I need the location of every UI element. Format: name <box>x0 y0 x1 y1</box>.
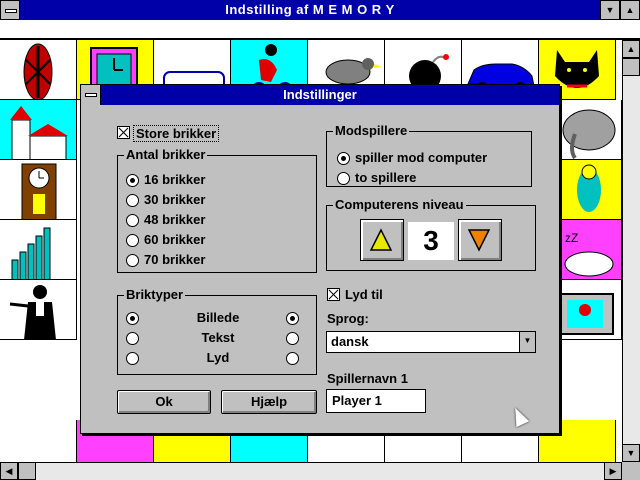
dialog-title: Indstillinger <box>283 87 357 102</box>
computerens-niveau-label: Computerens niveau <box>333 197 466 212</box>
option-70-brikker[interactable]: 70 brikker <box>144 252 205 267</box>
radio-to-spillere[interactable] <box>337 172 350 185</box>
ok-button[interactable]: Ok <box>117 390 211 414</box>
radio-spiller-mod-computer[interactable] <box>337 152 350 165</box>
svg-text:zZ: zZ <box>565 231 578 245</box>
triangle-down-icon <box>467 229 491 252</box>
option-16-brikker[interactable]: 16 brikker <box>144 172 205 187</box>
masai-shield-tile[interactable] <box>0 40 77 100</box>
television-icon <box>560 293 614 335</box>
option-to-spillere[interactable]: to spillere <box>355 170 416 185</box>
window-title: Indstilling af M E M O R Y <box>225 2 395 17</box>
option-spiller-mod-computer[interactable]: spiller mod computer <box>355 150 487 165</box>
church-tile[interactable] <box>0 100 77 160</box>
scroll-down-button[interactable]: ▼ <box>622 444 640 462</box>
briktyper-group: Briktyper Billede Tekst Lyd <box>117 287 317 375</box>
level-value: 3 <box>408 222 454 260</box>
towers-tile[interactable] <box>0 220 77 280</box>
scroll-right-button[interactable]: ▶ <box>604 462 622 480</box>
conductor-tile[interactable] <box>0 280 77 340</box>
sprog-value: dansk <box>331 334 369 349</box>
option-30-brikker[interactable]: 30 brikker <box>144 192 205 207</box>
chevron-down-icon[interactable]: ▼ <box>519 332 535 352</box>
triangle-up-icon <box>369 228 393 251</box>
horizontal-scrollbar[interactable]: ◀ ▶ <box>0 462 622 480</box>
settings-dialog: Indstillinger Store brikker Antal brikke… <box>80 84 560 434</box>
scroll-up-button[interactable]: ▲ <box>622 40 640 58</box>
computerens-niveau-group: Computerens niveau 3 <box>326 197 536 271</box>
scroll-corner <box>622 462 640 480</box>
grandfather-clock-icon <box>21 163 57 219</box>
scroll-left-button[interactable]: ◀ <box>0 462 18 480</box>
store-brikker-checkbox[interactable] <box>117 126 130 139</box>
antal-brikker-label: Antal brikker <box>124 147 208 162</box>
conductor-icon <box>9 285 56 339</box>
grandfather-clock-tile[interactable] <box>0 160 77 220</box>
radio-tekst-right[interactable] <box>286 332 299 345</box>
sleeping-cat-tile[interactable]: zZ <box>555 220 622 280</box>
briktype-lyd: Lyd <box>206 350 230 365</box>
modspillere-label: Modspillere <box>333 123 410 138</box>
church-icon <box>10 106 68 159</box>
level-down-button[interactable] <box>458 219 502 261</box>
sprog-label: Sprog: <box>327 311 369 326</box>
radio-tekst-left[interactable] <box>126 332 139 345</box>
radio-billede-right[interactable] <box>286 312 299 325</box>
lyd-til-checkbox[interactable] <box>327 288 340 301</box>
radio-billede-left[interactable] <box>126 312 139 325</box>
radio-30-brikker[interactable] <box>126 194 139 207</box>
antal-brikker-group: Antal brikker 16 brikker 30 brikker 48 b… <box>117 147 317 273</box>
briktype-tekst: Tekst <box>201 330 235 345</box>
help-button[interactable]: Hjælp <box>221 390 317 414</box>
spillernavn-label: Spillernavn 1 <box>327 371 408 386</box>
store-brikker-label[interactable]: Store brikker <box>133 125 220 142</box>
elephant-tile[interactable] <box>555 100 622 160</box>
parrot-tile[interactable] <box>555 160 622 220</box>
level-up-button[interactable] <box>360 219 404 261</box>
radio-lyd-right[interactable] <box>286 352 299 365</box>
radio-48-brikker[interactable] <box>126 214 139 227</box>
dialog-system-menu-button[interactable] <box>81 85 101 105</box>
lyd-til-label[interactable]: Lyd til <box>345 287 383 302</box>
sleeping-cat-icon: zZ <box>564 231 614 277</box>
system-menu-button[interactable] <box>0 0 20 20</box>
bottom-tile-1[interactable] <box>0 420 77 466</box>
spillernavn-input[interactable]: Player 1 <box>326 389 426 413</box>
option-60-brikker[interactable]: 60 brikker <box>144 232 205 247</box>
vertical-scrollbar[interactable]: ▲ ▼ <box>622 40 640 466</box>
maximize-button[interactable]: ▲ <box>620 0 640 20</box>
parrot-icon <box>577 164 601 212</box>
menu-bar <box>0 20 640 39</box>
scroll-thumb[interactable] <box>622 58 640 76</box>
scroll-h-thumb[interactable] <box>18 462 36 480</box>
towers-icon <box>11 227 51 279</box>
briktype-billede: Billede <box>196 310 240 325</box>
radio-60-brikker[interactable] <box>126 234 139 247</box>
main-title-bar[interactable]: Indstilling af M E M O R Y ▼ ▲ <box>0 0 640 20</box>
radio-70-brikker[interactable] <box>126 254 139 267</box>
radio-16-brikker[interactable] <box>126 174 139 187</box>
modspillere-group: Modspillere spiller mod computer to spil… <box>326 123 532 187</box>
elephant-icon <box>562 109 616 159</box>
dialog-title-bar[interactable]: Indstillinger <box>81 85 559 105</box>
television-tile[interactable] <box>555 280 622 340</box>
sprog-dropdown[interactable]: dansk ▼ <box>326 331 536 353</box>
masai-shield-icon <box>23 43 53 99</box>
minimize-button[interactable]: ▼ <box>600 0 620 20</box>
briktyper-label: Briktyper <box>124 287 186 302</box>
option-48-brikker[interactable]: 48 brikker <box>144 212 205 227</box>
radio-lyd-left[interactable] <box>126 352 139 365</box>
